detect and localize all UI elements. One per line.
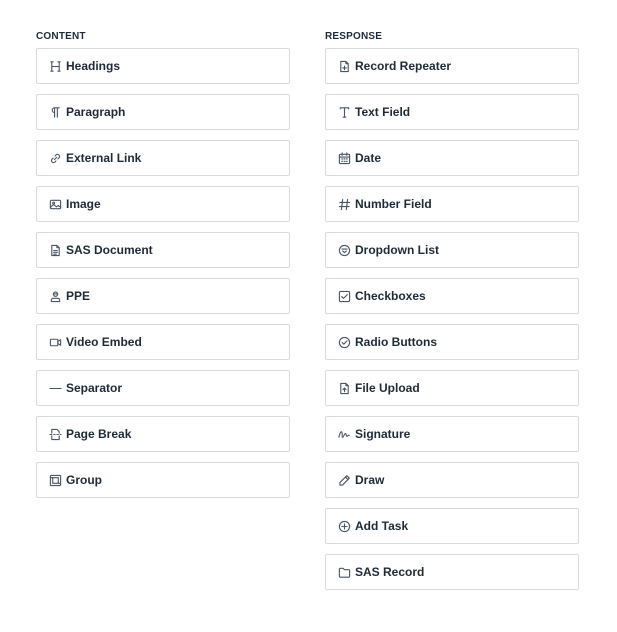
pencil-icon bbox=[337, 473, 351, 487]
response-tile-draw[interactable]: Draw bbox=[325, 462, 579, 498]
tile-label: Group bbox=[66, 473, 102, 487]
response-tile-file-upload[interactable]: File Upload bbox=[325, 370, 579, 406]
document-icon bbox=[48, 243, 62, 257]
tile-label: PPE bbox=[66, 289, 91, 303]
file-upload-icon bbox=[337, 381, 351, 395]
separator-icon bbox=[48, 381, 62, 395]
response-tile-radio-buttons[interactable]: Radio Buttons bbox=[325, 324, 579, 360]
tile-label: Image bbox=[66, 197, 101, 211]
folder-icon bbox=[337, 565, 351, 579]
tile-label: Headings bbox=[66, 59, 121, 73]
checkbox-icon bbox=[337, 289, 351, 303]
response-tile-add-task[interactable]: Add Task bbox=[325, 508, 579, 544]
calendar-icon bbox=[337, 151, 351, 165]
content-tile-paragraph[interactable]: Paragraph bbox=[36, 94, 290, 130]
content-tile-image[interactable]: Image bbox=[36, 186, 290, 222]
response-panel: RESPONSE Record Repeater Text Field Date Nu… bbox=[325, 31, 579, 590]
tile-label: SAS Record bbox=[355, 565, 425, 579]
paragraph-icon bbox=[48, 105, 62, 119]
signature-icon bbox=[337, 427, 351, 441]
radio-check-icon bbox=[337, 335, 351, 349]
response-tile-text-field[interactable]: Text Field bbox=[325, 94, 579, 130]
link-icon bbox=[48, 151, 62, 165]
file-plus-icon bbox=[337, 59, 351, 73]
plus-circle-icon bbox=[337, 519, 351, 533]
tile-label: Text Field bbox=[355, 105, 411, 119]
response-tile-date[interactable]: Date bbox=[325, 140, 579, 176]
tile-label: Number Field bbox=[355, 197, 432, 211]
content-tile-ppe[interactable]: PPE bbox=[36, 278, 290, 314]
person-icon bbox=[48, 289, 62, 303]
response-tile-dropdown-list[interactable]: Dropdown List bbox=[325, 232, 579, 268]
content-tile-separator[interactable]: Separator bbox=[36, 370, 290, 406]
response-tile-number-field[interactable]: Number Field bbox=[325, 186, 579, 222]
page-break-icon bbox=[48, 427, 62, 441]
tile-label: Add Task bbox=[355, 519, 409, 533]
content-tile-headings[interactable]: Headings bbox=[36, 48, 290, 84]
response-tile-record-repeater[interactable]: Record Repeater bbox=[325, 48, 579, 84]
tile-label: File Upload bbox=[355, 381, 420, 395]
text-icon bbox=[337, 105, 351, 119]
content-tile-group[interactable]: Group bbox=[36, 462, 290, 498]
content-tile-list: Headings Paragraph External Link Image SAS D… bbox=[36, 48, 290, 498]
tile-label: Paragraph bbox=[66, 105, 126, 119]
tile-label: Radio Buttons bbox=[355, 335, 437, 349]
response-tile-sas-record[interactable]: SAS Record bbox=[325, 554, 579, 590]
video-icon bbox=[48, 335, 62, 349]
response-tile-signature[interactable]: Signature bbox=[325, 416, 579, 452]
content-tile-sas-document[interactable]: SAS Document bbox=[36, 232, 290, 268]
content-panel: CONTENT Headings Paragraph External Link Im… bbox=[36, 31, 290, 498]
content-section-title: CONTENT bbox=[36, 31, 86, 42]
group-icon bbox=[48, 473, 62, 487]
dropdown-icon bbox=[337, 243, 351, 257]
tile-label: SAS Document bbox=[66, 243, 153, 257]
tile-label: Date bbox=[355, 151, 382, 165]
tile-label: Page Break bbox=[66, 427, 132, 441]
tile-label: Checkboxes bbox=[355, 289, 426, 303]
content-tile-page-break[interactable]: Page Break bbox=[36, 416, 290, 452]
tile-label: Video Embed bbox=[66, 335, 142, 349]
response-tile-checkboxes[interactable]: Checkboxes bbox=[325, 278, 579, 314]
heading-icon bbox=[48, 59, 62, 73]
response-section-title: RESPONSE bbox=[325, 31, 383, 42]
content-tile-video-embed[interactable]: Video Embed bbox=[36, 324, 290, 360]
tile-label: External Link bbox=[66, 151, 142, 165]
tile-label: Record Repeater bbox=[355, 59, 452, 73]
hash-icon bbox=[337, 197, 351, 211]
tile-label: Signature bbox=[355, 427, 411, 441]
tile-label: Separator bbox=[66, 381, 123, 395]
tile-label: Dropdown List bbox=[355, 243, 439, 257]
tile-label: Draw bbox=[355, 473, 385, 487]
content-tile-external-link[interactable]: External Link bbox=[36, 140, 290, 176]
response-tile-list: Record Repeater Text Field Date Number Fiel… bbox=[325, 48, 579, 590]
image-icon bbox=[48, 197, 62, 211]
